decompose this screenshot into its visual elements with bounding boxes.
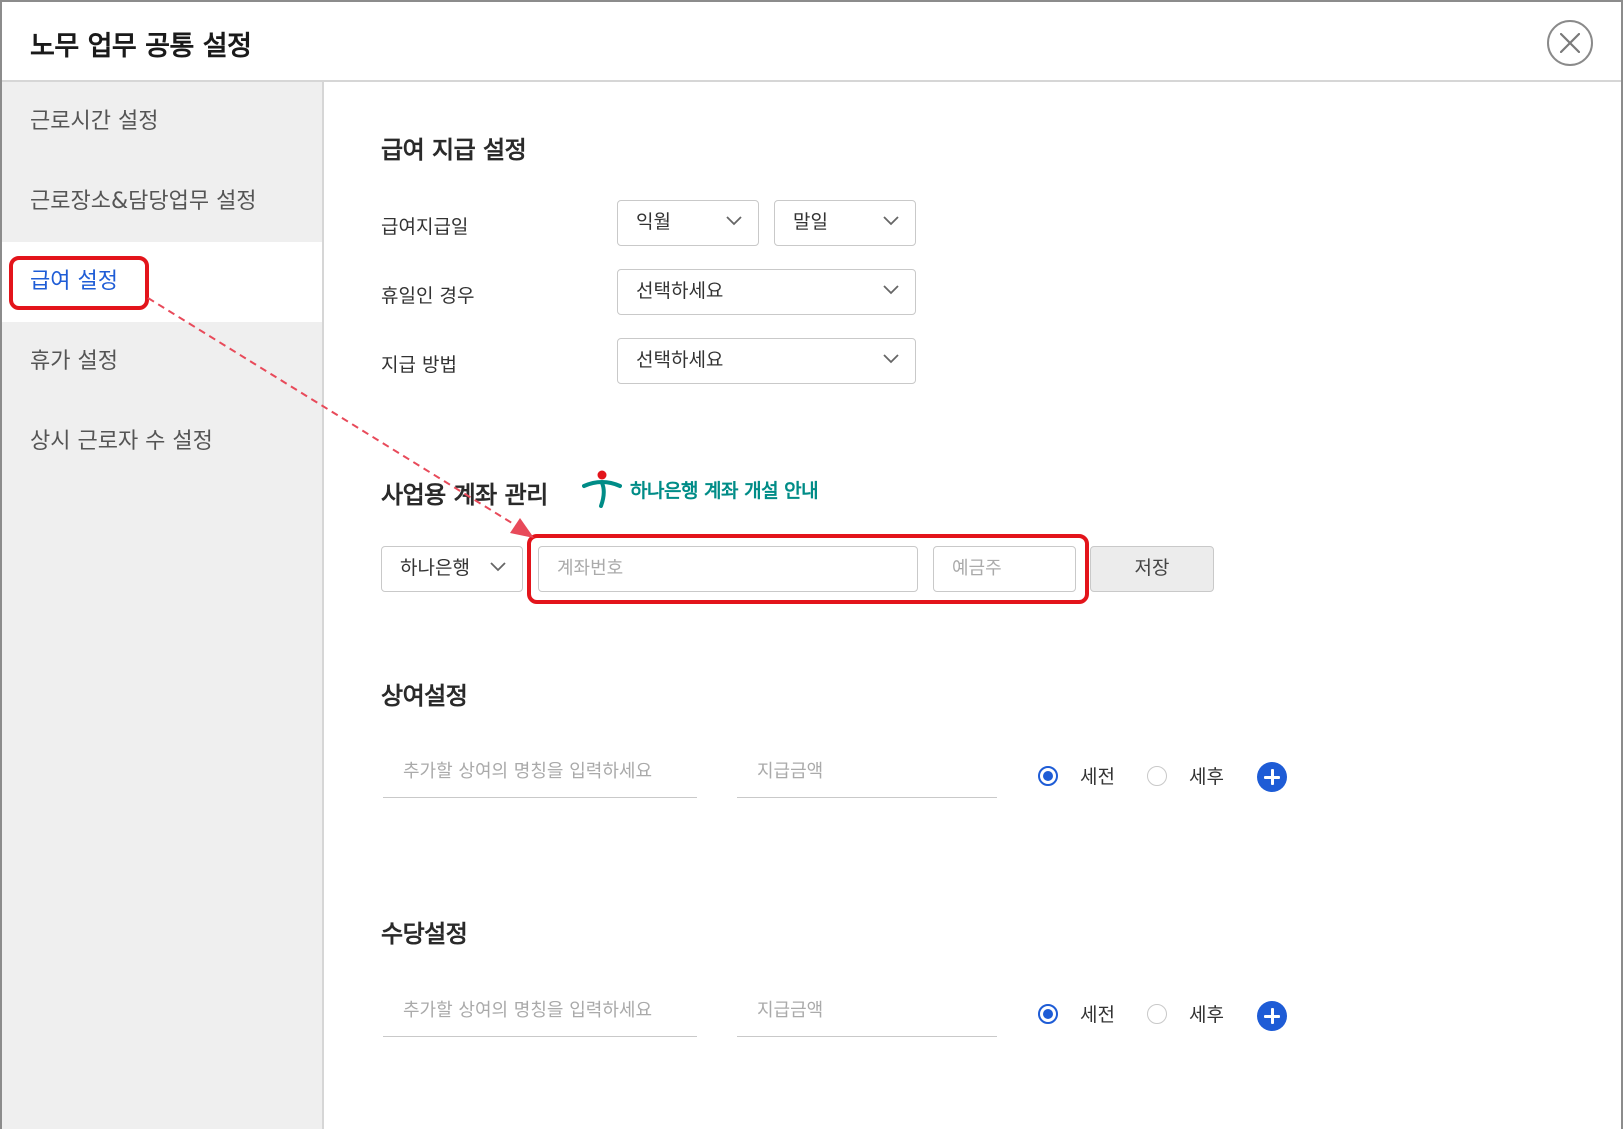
sidebar-item-leave[interactable]: 휴가 설정 xyxy=(2,322,322,402)
sidebar-item-label: 휴가 설정 xyxy=(30,349,118,374)
method-select[interactable]: 선택하세요 xyxy=(617,338,916,384)
sidebar-item-salary[interactable]: 급여 설정 xyxy=(2,242,322,322)
allowance-pretax-radio[interactable]: 세전 xyxy=(1038,1000,1115,1027)
chevron-down-icon xyxy=(726,216,742,226)
bank-select[interactable]: 하나은행 xyxy=(381,546,523,592)
holiday-label: 휴일인 경우 xyxy=(381,285,475,307)
radio-label: 세전 xyxy=(1080,1004,1115,1026)
radio-label: 세후 xyxy=(1189,766,1224,788)
allowance-aftertax-radio[interactable]: 세후 xyxy=(1147,1000,1224,1027)
chevron-down-icon xyxy=(883,354,899,364)
hana-bank-logo-icon xyxy=(582,470,622,508)
close-icon xyxy=(1560,33,1580,53)
bonus-section-title: 상여설정 xyxy=(381,682,468,710)
pay-day-select[interactable]: 말일 xyxy=(774,200,916,246)
payment-section-title: 급여 지급 설정 xyxy=(381,136,527,164)
radio-unselected-icon xyxy=(1147,1003,1167,1024)
sidebar-item-headcount[interactable]: 상시 근로자 수 설정 xyxy=(2,402,322,482)
sidebar-item-label: 근로장소&담당업무 설정 xyxy=(30,189,257,214)
pay-day-value: 말일 xyxy=(793,211,828,233)
allowance-name-input[interactable]: 추가할 상여의 명칭을 입력하세요 xyxy=(383,989,697,1037)
sidebar-item-work-hours[interactable]: 근로시간 설정 xyxy=(2,82,322,162)
holiday-select[interactable]: 선택하세요 xyxy=(617,269,916,315)
bonus-aftertax-radio[interactable]: 세후 xyxy=(1147,762,1224,789)
sidebar-item-workplace[interactable]: 근로장소&담당업무 설정 xyxy=(2,162,322,242)
allowance-section-title: 수당설정 xyxy=(381,920,468,948)
chevron-down-icon xyxy=(883,216,899,226)
account-section-title: 사업용 계좌 관리 xyxy=(381,481,548,509)
highlight-box xyxy=(9,256,149,310)
pay-month-value: 익월 xyxy=(636,211,671,233)
method-label: 지급 방법 xyxy=(381,354,457,376)
pay-month-select[interactable]: 익월 xyxy=(617,200,759,246)
chevron-down-icon xyxy=(490,562,506,572)
close-button[interactable] xyxy=(1547,20,1593,66)
highlight-box xyxy=(527,534,1089,604)
bonus-name-input[interactable]: 추가할 상여의 명칭을 입력하세요 xyxy=(383,750,697,798)
bonus-pretax-radio[interactable]: 세전 xyxy=(1038,762,1115,789)
radio-label: 세후 xyxy=(1189,1004,1224,1026)
hana-account-guide-link[interactable]: 하나은행 계좌 개설 안내 xyxy=(582,470,819,508)
settings-sidebar: 근로시간 설정 근로장소&담당업무 설정 급여 설정 휴가 설정 상시 근로자 … xyxy=(2,82,324,1129)
radio-selected-icon xyxy=(1038,765,1058,786)
radio-label: 세전 xyxy=(1080,766,1115,788)
dialog-header: 노무 업무 공통 설정 xyxy=(2,2,1621,82)
radio-selected-icon xyxy=(1038,1003,1058,1024)
settings-content: 급여 지급 설정 급여지급일 익월 말일 휴일인 경우 선택하세요 지급 방법 … xyxy=(324,82,1621,1129)
method-value: 선택하세요 xyxy=(636,349,724,371)
settings-dialog: 노무 업무 공통 설정 근로시간 설정 근로장소&담당업무 설정 급여 설정 휴… xyxy=(0,0,1623,1129)
chevron-down-icon xyxy=(883,285,899,295)
hana-link-label: 하나은행 계좌 개설 안내 xyxy=(630,479,819,502)
sidebar-item-label: 근로시간 설정 xyxy=(30,109,159,134)
bonus-amount-input[interactable]: 지급금액 xyxy=(737,750,997,798)
holiday-value: 선택하세요 xyxy=(636,280,724,302)
dialog-title: 노무 업무 공통 설정 xyxy=(30,31,252,62)
add-bonus-button[interactable] xyxy=(1257,762,1287,792)
radio-unselected-icon xyxy=(1147,765,1167,786)
add-allowance-button[interactable] xyxy=(1257,1001,1287,1031)
bank-value: 하나은행 xyxy=(400,557,470,579)
save-button[interactable]: 저장 xyxy=(1090,546,1214,592)
pay-day-label: 급여지급일 xyxy=(381,216,469,238)
sidebar-item-label: 상시 근로자 수 설정 xyxy=(30,429,213,454)
allowance-amount-input[interactable]: 지급금액 xyxy=(737,989,997,1037)
